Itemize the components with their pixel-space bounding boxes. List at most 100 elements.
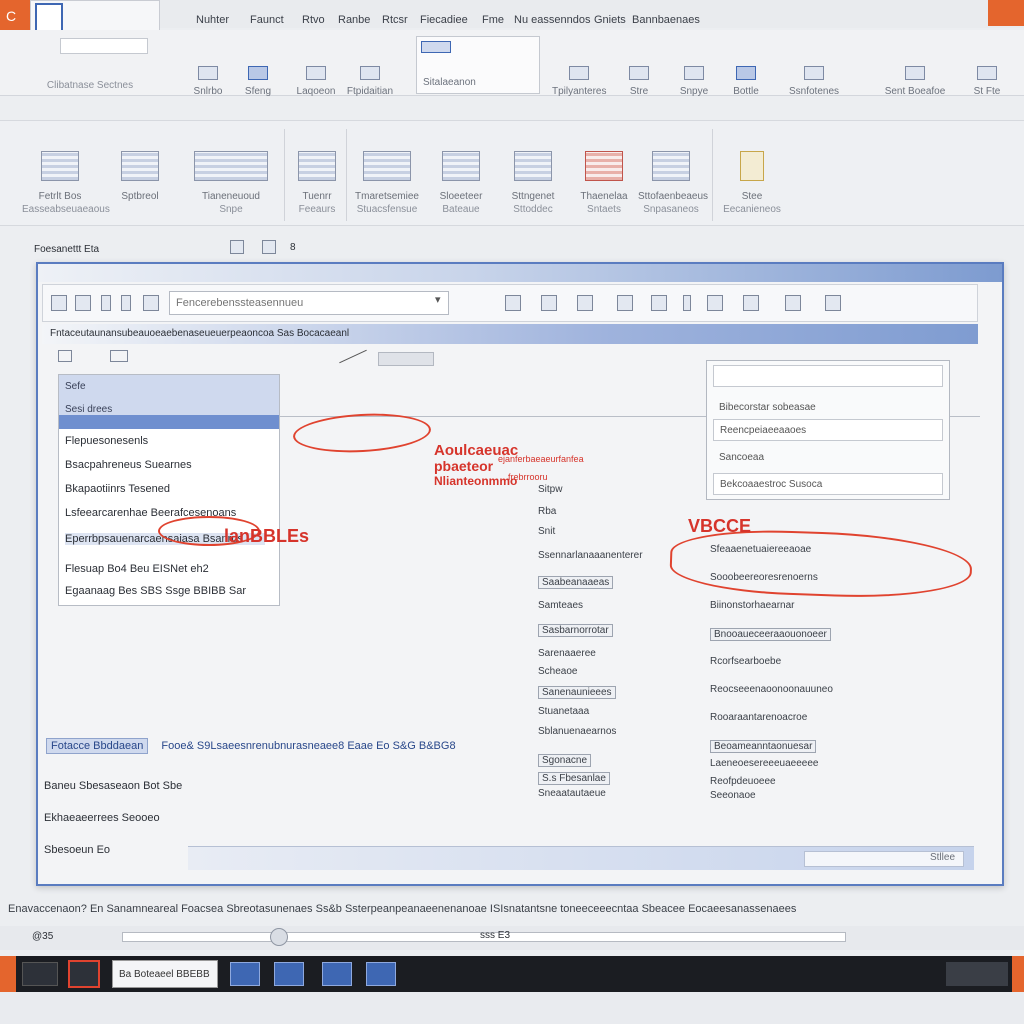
ribbon-button[interactable]: Sent Boeafoe bbox=[880, 66, 950, 97]
gallery-item[interactable]: Tuenrr Feeaurs bbox=[292, 151, 342, 215]
gallery-item[interactable]: Sttngenet Sttoddec bbox=[500, 151, 566, 215]
property-field[interactable]: Bekcoaaestroc Susoca bbox=[713, 473, 943, 495]
app-icon[interactable] bbox=[230, 962, 260, 986]
property-row[interactable]: Sooobeereoresrenoerns bbox=[710, 572, 818, 583]
property-row[interactable]: Rcorfsearboebe bbox=[710, 656, 781, 667]
gallery-item[interactable]: Sptbreol bbox=[110, 151, 170, 202]
field-item[interactable]: Sasbarnorrotar bbox=[538, 624, 613, 637]
gallery-item[interactable]: Tmaretsemiee Stuacsfensue bbox=[352, 151, 422, 215]
menu-tab[interactable]: Gniets bbox=[594, 14, 626, 26]
ribbon-button[interactable]: Snlrbo bbox=[186, 66, 230, 97]
menu-tab[interactable]: Nu eassenndos bbox=[514, 14, 590, 26]
field-item[interactable]: Sblanuenaearnos bbox=[538, 726, 616, 737]
refresh-icon[interactable] bbox=[75, 295, 91, 311]
field-item[interactable]: S.s Fbesanlae bbox=[538, 772, 610, 785]
field-item[interactable]: Sneaatautaeue bbox=[538, 788, 606, 799]
active-app-icon[interactable] bbox=[68, 960, 100, 988]
back-icon[interactable] bbox=[51, 295, 67, 311]
back-icon[interactable] bbox=[58, 350, 72, 362]
selected-row[interactable] bbox=[59, 415, 279, 429]
field-item[interactable]: Samteaes bbox=[538, 600, 583, 611]
ribbon-button[interactable]: Ftpidaitian bbox=[340, 66, 400, 97]
property-row[interactable]: Sfeaaenetuaiereeaoae bbox=[710, 544, 811, 555]
show-desktop-button[interactable] bbox=[1012, 956, 1024, 992]
property-row[interactable]: Reocseeenaoonoonauuneo bbox=[710, 684, 833, 695]
start-button[interactable] bbox=[0, 956, 16, 992]
menu-tab[interactable]: Rtvo bbox=[302, 14, 325, 26]
field-item[interactable]: Snit bbox=[538, 526, 555, 537]
field-item[interactable]: Rba bbox=[538, 506, 556, 517]
table-icon[interactable] bbox=[230, 240, 244, 254]
property-field[interactable] bbox=[713, 365, 943, 387]
grid-icon[interactable] bbox=[541, 295, 557, 311]
property-row[interactable]: Rooaraantarenoacroe bbox=[710, 712, 807, 723]
status-box[interactable]: Stllee bbox=[804, 851, 964, 867]
menu-tab[interactable]: Faunct bbox=[250, 14, 284, 26]
list-item[interactable]: Bkapaotiinrs Tesened bbox=[65, 483, 170, 495]
menu-tab[interactable]: Fiecadiee bbox=[420, 14, 468, 26]
ribbon-button[interactable]: St Fte bbox=[956, 66, 1018, 97]
copy-icon[interactable] bbox=[143, 295, 159, 311]
ribbon-button[interactable]: Laqoeon bbox=[296, 66, 336, 97]
grid-icon[interactable] bbox=[651, 295, 667, 311]
summary-item[interactable]: Baneu Sbesaseaon Bot Sbe bbox=[44, 780, 204, 792]
dialog-title-bar[interactable] bbox=[38, 264, 1002, 282]
gallery-item[interactable]: Stee Eecanieneos bbox=[722, 151, 782, 215]
list-item[interactable]: Egaanaag Bes SBS Ssge BBIBB Sar bbox=[65, 585, 246, 597]
gallery-item[interactable]: Thaenelaa Sntaets bbox=[574, 151, 634, 215]
gallery-item[interactable]: Fetrlt Bos Easseabseuaeaous bbox=[22, 151, 110, 215]
app-icon[interactable] bbox=[22, 962, 58, 986]
ribbon-button[interactable]: Ssnfotenes bbox=[784, 66, 844, 97]
ribbon-button[interactable]: Sfeng bbox=[238, 66, 278, 97]
property-row[interactable]: Laeneoesereeeuaeeeee bbox=[710, 758, 818, 769]
field-item[interactable]: Ssennarlanaaanenterer bbox=[538, 550, 643, 561]
gallery-item[interactable]: Sloeeteer Bateaue bbox=[428, 151, 494, 215]
layout-icon[interactable] bbox=[707, 295, 723, 311]
field-item[interactable]: Sarenaaeree bbox=[538, 648, 596, 659]
lock-icon[interactable] bbox=[121, 295, 131, 311]
grid-icon[interactable] bbox=[825, 295, 841, 311]
field-item[interactable]: Saabeanaaeas bbox=[538, 576, 614, 589]
app-icon[interactable] bbox=[366, 962, 396, 986]
pin-icon[interactable] bbox=[101, 295, 111, 311]
grid-icon[interactable] bbox=[262, 240, 276, 254]
menu-tab[interactable]: Ranbe bbox=[338, 14, 370, 26]
property-row[interactable]: Reofpdeuoeee bbox=[710, 776, 776, 787]
app-icon[interactable] bbox=[274, 962, 304, 986]
item-list[interactable]: Sefe Sesi drees Flepuesonesenls Bsacpahr… bbox=[58, 374, 280, 606]
menu-tab[interactable]: Rtcsr bbox=[382, 14, 408, 26]
field-item[interactable]: Sitpw bbox=[538, 484, 562, 495]
filter-label[interactable]: Fotacce Bbddaean bbox=[46, 738, 149, 754]
dropdown-arrow-icon[interactable]: ▾ bbox=[435, 293, 445, 309]
app-icon[interactable] bbox=[322, 962, 352, 986]
nav-icon[interactable] bbox=[110, 350, 128, 362]
ribbon-button[interactable]: Stre bbox=[616, 66, 662, 97]
ribbon-button[interactable]: Snpye bbox=[672, 66, 716, 97]
property-row[interactable]: Bnooaueceeraaouonoeer bbox=[710, 628, 831, 641]
field-item[interactable]: Stuanetaaa bbox=[538, 706, 589, 717]
ribbon-button[interactable]: Bottle bbox=[726, 66, 766, 97]
settings-icon[interactable] bbox=[743, 295, 759, 311]
search-input[interactable] bbox=[169, 291, 449, 315]
ribbon-group-clipboard[interactable]: Clibatnase Sectnes bbox=[10, 66, 170, 91]
system-tray[interactable] bbox=[946, 962, 1008, 986]
ribbon-button[interactable]: Tpilyanteres bbox=[552, 66, 606, 97]
table-icon[interactable] bbox=[505, 295, 521, 311]
list-item[interactable]: Flepuesonesenls bbox=[65, 435, 148, 447]
field-item[interactable]: Sanenaunieees bbox=[538, 686, 616, 699]
gallery-item[interactable]: Tianeneuoud Snpe bbox=[188, 151, 274, 215]
label-box[interactable] bbox=[378, 352, 434, 366]
chart-icon[interactable] bbox=[617, 295, 633, 311]
style-gallery[interactable]: Sitalaeanon bbox=[416, 36, 540, 94]
field-item[interactable]: Scheaoe bbox=[538, 666, 577, 677]
menu-tab[interactable]: Bannbaenaes bbox=[632, 14, 700, 26]
list-item[interactable]: Flesuap Bo4 Beu EISNet eh2 bbox=[65, 563, 209, 575]
menu-tab[interactable]: Fme bbox=[482, 14, 504, 26]
property-row[interactable]: Seeonaoe bbox=[710, 790, 756, 801]
zoom-slider-thumb[interactable] bbox=[270, 928, 288, 946]
summary-item[interactable]: Ekhaeaeerrees Seooeo bbox=[44, 812, 204, 824]
menu-tab[interactable]: Nuhter bbox=[196, 14, 229, 26]
property-field[interactable]: Reencpeiaeeaaoes bbox=[713, 419, 943, 441]
window-control-icon[interactable] bbox=[988, 0, 1024, 26]
taskbar-window[interactable]: Ba Boteaeel BBEBB bbox=[112, 960, 218, 988]
